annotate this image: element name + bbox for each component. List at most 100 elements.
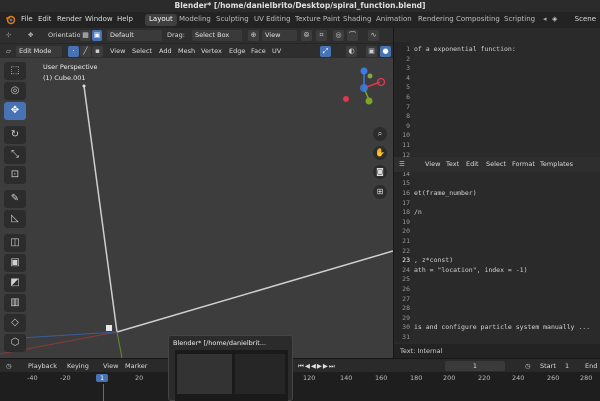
gizmo-neg-y-axis[interactable] bbox=[367, 73, 373, 79]
tabs-scroll-icon[interactable]: ◂ bbox=[543, 15, 547, 23]
menu-face[interactable]: Face bbox=[251, 47, 266, 55]
text-menu-view[interactable]: View bbox=[425, 160, 440, 168]
text-editor-type-icon[interactable]: ☰ bbox=[399, 160, 405, 168]
overlay-toggle-icon[interactable]: ◐ bbox=[346, 46, 357, 57]
gizmo-toggle-icon[interactable]: ⤢ bbox=[320, 46, 331, 57]
timeline-menu-view[interactable]: View bbox=[103, 362, 118, 370]
playback-controls-icon[interactable]: ⏮◀◀▶▶⏭ bbox=[298, 362, 336, 371]
scene-selector[interactable]: Scene bbox=[575, 15, 596, 23]
snap-target-icon[interactable]: ⌗ bbox=[316, 30, 327, 41]
text-menu-text[interactable]: Text bbox=[446, 160, 459, 168]
tab-animation[interactable]: Animation bbox=[372, 14, 416, 26]
menu-render[interactable]: Render bbox=[57, 15, 82, 23]
vertex-select-icon[interactable]: · bbox=[68, 46, 79, 57]
view-dropdown[interactable]: View bbox=[262, 30, 297, 41]
transform-icon[interactable]: ⊡ bbox=[4, 166, 26, 184]
inset-icon[interactable]: ▣ bbox=[4, 254, 26, 272]
tab-shading[interactable]: Shading bbox=[339, 14, 375, 26]
tab-sculpting[interactable]: Sculpting bbox=[212, 14, 253, 26]
text-menu-select[interactable]: Select bbox=[486, 160, 506, 168]
timeline-menu-marker[interactable]: Marker bbox=[125, 362, 147, 370]
snap-icon[interactable]: ⦾ bbox=[301, 30, 312, 41]
timeline-menu-keying[interactable]: Keying bbox=[67, 362, 89, 370]
code-line[interactable]: of a exponential function: bbox=[414, 45, 516, 53]
menu-view[interactable]: View bbox=[110, 47, 125, 55]
orientation-dropdown[interactable]: Default bbox=[107, 30, 162, 41]
orientation-mode-icon[interactable]: ▦ bbox=[80, 30, 91, 41]
pan-hand-icon[interactable]: ✋ bbox=[373, 146, 387, 160]
scale-icon[interactable]: ⤡ bbox=[4, 146, 26, 164]
cursor-icon[interactable]: ◎ bbox=[4, 82, 26, 100]
gizmo-y-axis[interactable] bbox=[365, 97, 373, 105]
preview-range-icon[interactable]: ◷ bbox=[525, 362, 531, 370]
transform-move-icon[interactable]: ✥ bbox=[28, 31, 33, 39]
window-thumbnail-image[interactable] bbox=[175, 350, 288, 401]
menu-file[interactable]: File bbox=[21, 15, 33, 23]
curve-icon[interactable]: ∿ bbox=[368, 30, 379, 41]
zoom-icon[interactable]: ⌕ bbox=[373, 127, 387, 141]
timeline-area[interactable]: -40 -20 1 20 120 140 160 180 200 220 240… bbox=[0, 372, 600, 401]
code-line[interactable]: is and configure particle system manuall… bbox=[414, 323, 590, 331]
edge-select-icon[interactable]: ╱ bbox=[80, 46, 91, 57]
end-label[interactable]: End bbox=[585, 362, 597, 370]
orientation-active-icon[interactable]: ▣ bbox=[92, 30, 102, 41]
select-box-icon[interactable]: ⬚ bbox=[4, 62, 26, 80]
face-select-icon[interactable]: ▪ bbox=[92, 46, 103, 57]
code-line[interactable]: ath = "location", index = -1) bbox=[414, 266, 528, 274]
pivot-icon[interactable]: ⊕ bbox=[248, 30, 259, 41]
measure-icon[interactable]: ◺ bbox=[4, 210, 26, 228]
menu-window[interactable]: Window bbox=[85, 15, 113, 23]
camera-icon[interactable]: ◙ bbox=[373, 165, 387, 179]
annotate-icon[interactable]: ✎ bbox=[4, 190, 26, 208]
text-menu-format[interactable]: Format bbox=[512, 160, 535, 168]
navigation-gizmo[interactable] bbox=[342, 66, 386, 110]
mesh-edge-horizontal[interactable] bbox=[116, 250, 393, 333]
text-menu-edit[interactable]: Edit bbox=[466, 160, 479, 168]
knife-icon[interactable]: ◇ bbox=[4, 314, 26, 332]
mesh-edge-vertical[interactable] bbox=[83, 85, 118, 333]
code-line[interactable]: et(frame_number) bbox=[414, 189, 477, 197]
timeline-menu-playback[interactable]: Playback bbox=[28, 362, 57, 370]
text-editor-panel[interactable]: 1 of a exponential function: 2 3 4 5 6 7 8 9 10 11 1… bbox=[393, 28, 600, 358]
editor-type-icon[interactable]: ⊹ bbox=[6, 31, 11, 39]
rotate-icon[interactable]: ↻ bbox=[4, 126, 26, 144]
extrude-icon[interactable]: ◫ bbox=[4, 234, 26, 252]
shading-solid-icon[interactable]: ● bbox=[380, 46, 391, 57]
bevel-icon[interactable]: ◩ bbox=[4, 274, 26, 292]
current-frame-field[interactable]: 1 bbox=[445, 361, 505, 371]
gizmo-z-axis[interactable] bbox=[360, 67, 368, 75]
gizmo-neg-x-axis[interactable] bbox=[343, 96, 349, 102]
tab-compositing[interactable]: Compositing bbox=[452, 14, 504, 26]
grid-toggle-icon[interactable]: ⊞ bbox=[373, 185, 387, 199]
tab-modeling[interactable]: Modeling bbox=[175, 14, 215, 26]
blender-logo-icon[interactable] bbox=[5, 15, 15, 25]
text-menu-templates[interactable]: Templates bbox=[540, 160, 573, 168]
window-thumbnail-popup[interactable]: Blender* [/home/danielbrit... bbox=[168, 335, 293, 401]
menu-edit[interactable]: Edit bbox=[38, 15, 52, 23]
playhead-line[interactable] bbox=[103, 384, 104, 401]
start-value[interactable]: 1 bbox=[565, 362, 569, 370]
menu-mesh[interactable]: Mesh bbox=[178, 47, 195, 55]
move-icon[interactable]: ✥ bbox=[4, 102, 26, 120]
3d-viewport[interactable]: User Perspective (1) Cube.001 ⌕ ✋ ◙ ⊞ bbox=[0, 58, 393, 358]
xray-toggle-icon[interactable]: ▣ bbox=[366, 46, 377, 57]
loop-cut-icon[interactable]: ▥ bbox=[4, 294, 26, 312]
code-line[interactable]: , z*const) bbox=[414, 256, 453, 264]
menu-edge[interactable]: Edge bbox=[229, 47, 245, 55]
menu-vertex[interactable]: Vertex bbox=[201, 47, 222, 55]
tab-texture-paint[interactable]: Texture Paint bbox=[291, 14, 344, 26]
current-frame-marker[interactable]: 1 bbox=[96, 374, 109, 382]
code-line[interactable]: /n bbox=[414, 208, 422, 216]
timeline-editor-icon[interactable]: ◷ bbox=[6, 362, 12, 370]
menu-uv[interactable]: UV bbox=[272, 47, 281, 55]
menu-help[interactable]: Help bbox=[117, 15, 133, 23]
falloff-icon[interactable]: ⌒ bbox=[347, 30, 358, 41]
menu-select[interactable]: Select bbox=[132, 47, 152, 55]
tab-scripting[interactable]: Scripting bbox=[500, 14, 539, 26]
tab-uv-editing[interactable]: UV Editing bbox=[250, 14, 295, 26]
vertex-top[interactable] bbox=[82, 84, 86, 88]
tab-layout[interactable]: Layout bbox=[145, 14, 177, 26]
vertex-handle[interactable] bbox=[106, 325, 112, 331]
mode-dropdown[interactable]: Edit Mode bbox=[16, 46, 62, 57]
proportional-edit-icon[interactable]: ◎ bbox=[333, 30, 344, 41]
